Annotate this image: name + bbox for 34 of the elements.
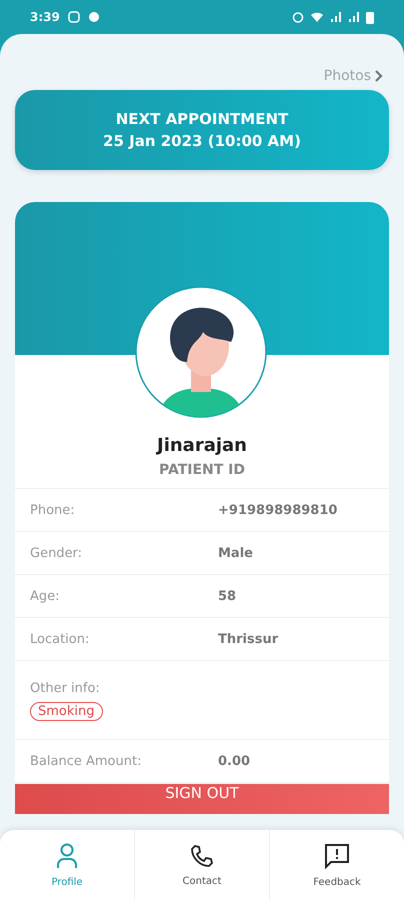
signal-icon xyxy=(348,11,360,23)
sign-out-button[interactable]: SIGN OUT xyxy=(15,784,389,814)
signal-icon xyxy=(330,11,342,23)
appointment-title: NEXT APPOINTMENT xyxy=(116,109,288,130)
avatar-icon xyxy=(135,286,267,418)
photos-link[interactable]: Photos xyxy=(324,68,383,84)
detail-label: Gender: xyxy=(30,546,84,560)
nav-tab[interactable]: Profile xyxy=(0,830,134,900)
nav-tab[interactable]: Contact xyxy=(134,830,269,900)
patient-id: PATIENT ID xyxy=(158,462,246,478)
info-tag: Smoking xyxy=(30,702,103,721)
app-icon xyxy=(68,11,80,23)
detail-value: +919898989810 xyxy=(218,502,338,518)
phone-icon xyxy=(190,844,214,868)
battery-icon xyxy=(366,10,374,24)
detail-label: Phone: xyxy=(30,502,76,518)
patient-name: Jinarajan xyxy=(155,435,248,456)
detail-value: Thrissur xyxy=(218,632,278,646)
appointment-date: 25 Jan 2023 (10:00 AM) xyxy=(103,131,301,152)
app-icon xyxy=(88,11,100,23)
detail-value: 0.00 xyxy=(218,754,250,768)
detail-label: Other info: xyxy=(30,681,101,696)
wifi-icon xyxy=(310,11,324,23)
chevron-icon xyxy=(375,70,383,82)
status-time: 3:39 xyxy=(30,10,60,24)
person-icon xyxy=(56,842,78,868)
alarm-icon xyxy=(292,11,304,23)
feedback-icon xyxy=(324,842,350,868)
nav-tab[interactable]: Feedback xyxy=(269,830,404,900)
detail-label: Location: xyxy=(30,632,90,646)
detail-label: Balance Amount: xyxy=(30,754,142,768)
detail-value: 58 xyxy=(218,588,236,604)
detail-label: Age: xyxy=(30,588,61,604)
detail-value: Male xyxy=(218,546,253,560)
